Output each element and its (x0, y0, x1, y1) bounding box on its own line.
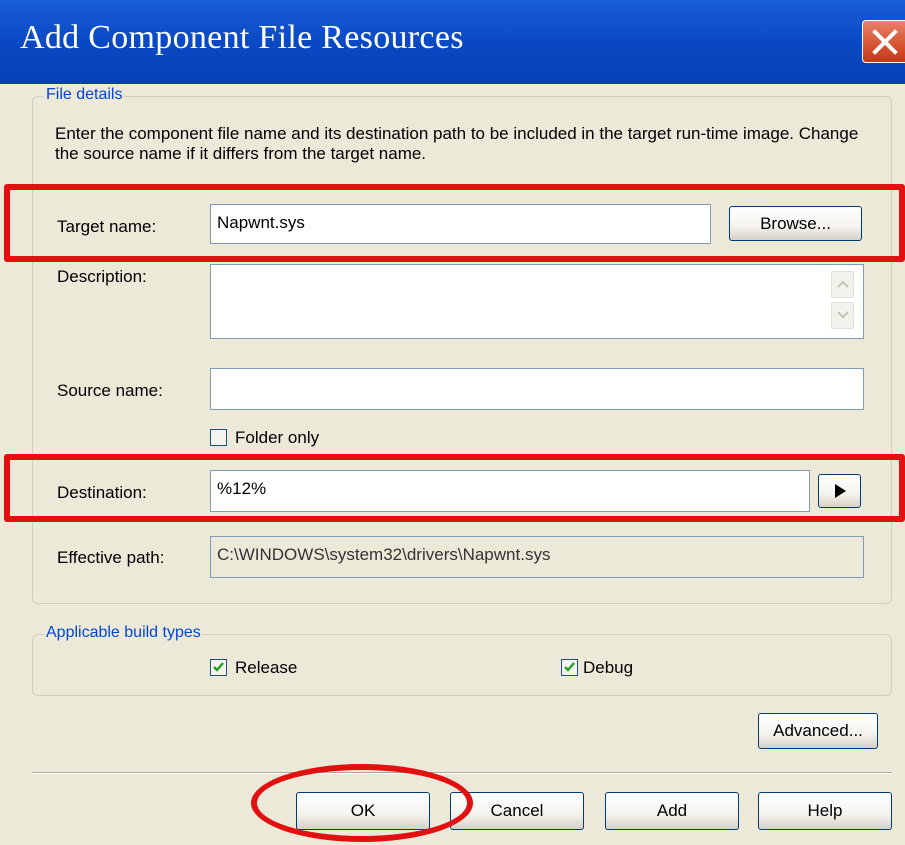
add-button[interactable]: Add (605, 792, 739, 830)
release-checkbox[interactable] (210, 659, 227, 676)
scroll-up-button[interactable] (831, 271, 854, 298)
file-details-legend: File details (44, 86, 125, 104)
chevron-up-icon (837, 280, 849, 288)
title-bar[interactable]: Add Component File Resources (0, 0, 905, 84)
file-details-group (32, 96, 892, 604)
close-icon (872, 29, 898, 55)
help-button[interactable]: Help (758, 792, 892, 830)
footer-separator (32, 772, 892, 774)
advanced-button[interactable]: Advanced... (758, 713, 878, 749)
window-title: Add Component File Resources (20, 19, 464, 56)
folder-only-checkbox[interactable] (210, 429, 227, 446)
effective-path-label: Effective path: (57, 548, 165, 567)
debug-label: Debug (583, 658, 634, 677)
destination-highlight (4, 454, 905, 522)
source-name-input[interactable] (210, 368, 864, 410)
checkmark-icon (564, 662, 575, 672)
chevron-down-icon (837, 311, 849, 319)
folder-only-label: Folder only (235, 428, 320, 447)
debug-checkbox[interactable] (561, 659, 578, 676)
ok-button-highlight (251, 764, 473, 842)
build-types-group (32, 634, 892, 696)
description-textarea[interactable] (210, 264, 864, 339)
close-button[interactable] (862, 20, 905, 63)
effective-path-field: C:\WINDOWS\system32\drivers\Napwnt.sys (210, 536, 864, 578)
target-name-highlight (4, 184, 905, 262)
source-name-label: Source name: (57, 381, 163, 400)
checkmark-icon (213, 662, 224, 672)
build-types-legend: Applicable build types (44, 624, 203, 642)
release-label: Release (235, 658, 298, 677)
scroll-down-button[interactable] (831, 302, 854, 329)
description-label: Description: (57, 267, 147, 286)
instructions-text: Enter the component file name and its de… (55, 124, 859, 163)
